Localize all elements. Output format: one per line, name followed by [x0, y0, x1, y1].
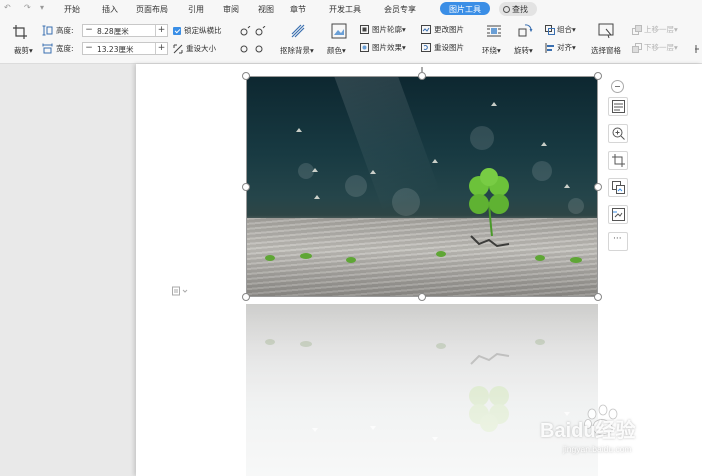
resize-handle-top[interactable] [418, 72, 426, 80]
tab-insert[interactable]: 插入 [102, 4, 118, 15]
reset-picture-icon [421, 43, 431, 52]
height-decrease-button[interactable]: − [83, 25, 95, 36]
rotate-handle-stem[interactable] [421, 67, 423, 72]
replace-image-button[interactable] [608, 178, 628, 197]
tab-review[interactable]: 审阅 [223, 4, 239, 15]
resize-handle-left[interactable] [242, 183, 250, 191]
width-field[interactable]: − 13.23厘米 + [82, 42, 168, 55]
tab-chapter[interactable]: 章节 [290, 4, 306, 15]
ribbon-overflow-icon[interactable] [694, 44, 702, 54]
picture-outline-icon [360, 25, 369, 34]
reset-size-button[interactable]: 重设大小 [186, 44, 216, 54]
resize-handle-bottom-right[interactable] [594, 293, 602, 301]
color-button[interactable]: 颜色▾ [327, 46, 346, 56]
crop-icon[interactable] [12, 24, 28, 40]
crop-button[interactable]: 裁剪▾ [14, 46, 33, 56]
layout-anchor-icon[interactable] [172, 286, 188, 296]
align-button[interactable]: 对齐▾ [557, 43, 576, 53]
selection-border [246, 76, 598, 297]
change-picture-icon [421, 25, 431, 34]
bring-forward-button[interactable]: 上移一层▾ [644, 25, 678, 35]
crop-tool-button[interactable] [608, 151, 628, 170]
picture-effects-button[interactable]: 图片效果▾ [372, 43, 406, 53]
layout-options-icon [612, 100, 625, 113]
layout-options-button[interactable] [608, 97, 628, 116]
watermark-brand: Baidu经验 [540, 420, 636, 442]
remove-background-button[interactable]: 抠除背景▾ [280, 46, 314, 56]
lock-ratio-checkbox[interactable] [173, 27, 181, 35]
tab-references[interactable]: 引用 [188, 4, 204, 15]
height-icon [42, 25, 53, 36]
more-tools-button[interactable]: ··· [608, 232, 628, 251]
height-increase-button[interactable]: + [155, 25, 167, 36]
color-icon[interactable] [331, 23, 347, 39]
width-label: 宽度: [56, 44, 74, 53]
tab-picture-tools[interactable]: 图片工具 [440, 2, 490, 15]
resize-handle-bottom-left[interactable] [242, 293, 250, 301]
picture-tools-ribbon: 裁剪▾ 高度: − 8.28厘米 + 宽度: − 13.23厘米 + 锁定纵横比… [0, 18, 702, 64]
tab-developer[interactable]: 开发工具 [329, 4, 361, 15]
tab-search[interactable]: 查找 [499, 2, 537, 16]
selection-pane-button[interactable]: 选择窗格 [591, 46, 621, 56]
image-compress-button[interactable] [608, 205, 628, 224]
resize-handle-top-right[interactable] [594, 72, 602, 80]
tab-home[interactable]: 开始 [64, 4, 80, 15]
resize-handle-top-left[interactable] [242, 72, 250, 80]
resize-handle-right[interactable] [594, 183, 602, 191]
watermark-url: jingyan.baidu.com [563, 444, 632, 454]
rotate-button[interactable]: 旋转▾ [514, 46, 533, 56]
zoom-button[interactable] [608, 124, 628, 143]
quick-access-dropdown-icon[interactable]: ▾ [40, 3, 44, 12]
wps-writer-window: ↶ ↷ ▾ 开始 插入 页面布局 引用 审阅 视图 章节 开发工具 会员专享 图… [0, 0, 702, 476]
crop-tool-icon [612, 154, 625, 167]
ribbon-tab-bar: ↶ ↷ ▾ 开始 插入 页面布局 引用 审阅 视图 章节 开发工具 会员专享 图… [0, 0, 702, 18]
more-icon: ··· [613, 234, 622, 244]
combine-icon [545, 25, 555, 35]
width-increase-button[interactable]: + [155, 43, 167, 54]
lock-ratio-label: 锁定纵横比 [184, 26, 222, 35]
height-label: 高度: [56, 26, 74, 35]
tab-page-layout[interactable]: 页面布局 [136, 4, 168, 15]
tab-view[interactable]: 视图 [258, 4, 274, 15]
redo-icon[interactable]: ↷ [24, 3, 31, 12]
rotate-icon[interactable] [517, 23, 533, 39]
undo-icon[interactable]: ↶ [4, 3, 11, 12]
picture-effects-icon [360, 43, 369, 52]
combine-button[interactable]: 组合▾ [557, 25, 576, 35]
replace-image-icon [612, 181, 625, 194]
collapse-tools-icon[interactable] [611, 80, 624, 93]
change-picture-button[interactable]: 更改图片 [434, 25, 464, 35]
bring-forward-icon [632, 25, 642, 35]
wrap-button[interactable]: 环绕▾ [482, 46, 501, 56]
text-wrap-icon[interactable] [486, 24, 502, 38]
width-value[interactable]: 13.23厘米 [97, 44, 133, 55]
height-value[interactable]: 8.28厘米 [97, 26, 129, 37]
resize-handle-bottom[interactable] [418, 293, 426, 301]
tab-member[interactable]: 会员专享 [384, 4, 416, 15]
search-icon [503, 6, 510, 13]
send-backward-button[interactable]: 下移一层▾ [644, 43, 678, 53]
selection-pane-icon[interactable] [598, 23, 614, 39]
height-field[interactable]: − 8.28厘米 + [82, 24, 168, 37]
width-icon [42, 43, 53, 54]
remove-background-icon[interactable] [290, 23, 306, 39]
zoom-icon [612, 127, 625, 140]
image-compress-icon [612, 208, 625, 221]
document-background [0, 64, 136, 476]
picture-shape-icons[interactable] [239, 26, 271, 56]
reset-size-icon [173, 44, 183, 54]
reset-picture-button[interactable]: 重设图片 [434, 43, 464, 53]
align-icon [545, 43, 554, 53]
width-decrease-button[interactable]: − [83, 43, 95, 54]
picture-outline-button[interactable]: 图片轮廓▾ [372, 25, 406, 35]
send-backward-icon [632, 43, 642, 53]
